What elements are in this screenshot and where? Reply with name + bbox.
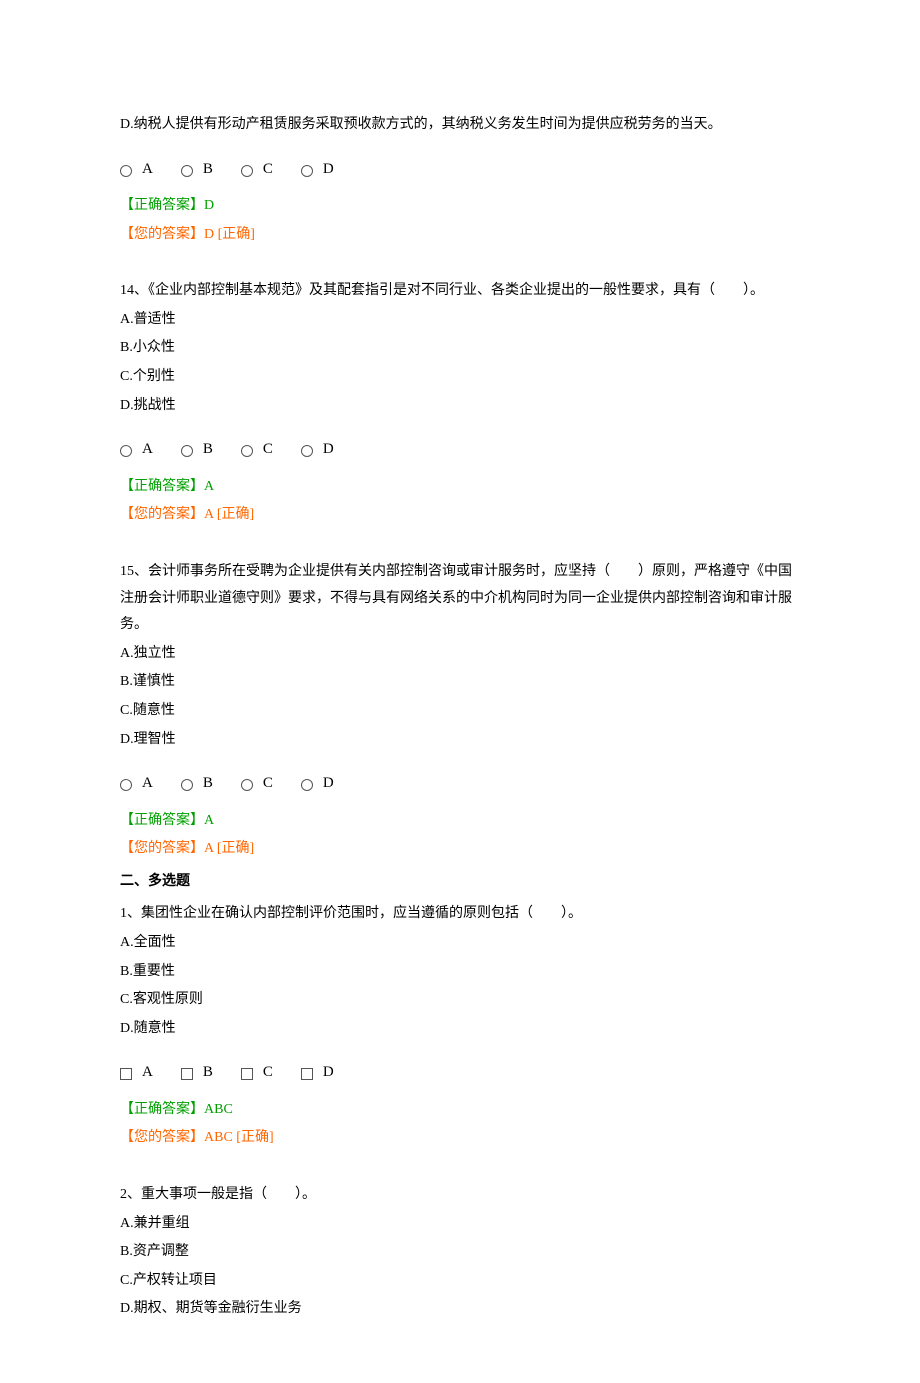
q14-choice-row: A B C D — [120, 435, 800, 464]
q14-choice-c[interactable]: C — [241, 435, 273, 464]
choice-label: B — [203, 1058, 213, 1087]
checkbox-icon — [120, 1068, 132, 1080]
q15-stem: 15、会计师事务所在受聘为企业提供有关内部控制咨询或审计服务时，应坚持（ ）原则… — [120, 559, 800, 639]
m1-correct-answer: 【正确答案】ABC — [120, 1097, 800, 1124]
choice-label: A — [142, 435, 153, 464]
choice-label: A — [142, 155, 153, 184]
q14-choice-d[interactable]: D — [301, 435, 334, 464]
choice-label: D — [323, 1058, 334, 1087]
q13-choice-row: A B C D — [120, 155, 800, 184]
radio-icon — [301, 779, 313, 791]
exam-page: D.纳税人提供有形动产租赁服务采取预收款方式的，其纳税义务发生时间为提供应税劳务… — [0, 0, 920, 1383]
q13-choice-a[interactable]: A — [120, 155, 153, 184]
radio-icon — [181, 779, 193, 791]
checkbox-icon — [181, 1068, 193, 1080]
radio-icon — [181, 165, 193, 177]
choice-label: C — [263, 1058, 273, 1087]
m2-option-c: C.产权转让项目 — [120, 1268, 800, 1295]
m1-option-b: B.重要性 — [120, 959, 800, 986]
m2-option-d: D.期权、期货等金融衍生业务 — [120, 1296, 800, 1323]
choice-label: C — [263, 435, 273, 464]
radio-icon — [120, 445, 132, 457]
radio-icon — [181, 445, 193, 457]
choice-label: D — [323, 155, 334, 184]
m1-option-a: A.全面性 — [120, 930, 800, 957]
choice-label: B — [203, 155, 213, 184]
q15-choice-row: A B C D — [120, 769, 800, 798]
choice-label: C — [263, 155, 273, 184]
section-2-title: 二、多选题 — [120, 869, 800, 896]
q15-correct-answer: 【正确答案】A — [120, 808, 800, 835]
q13-choice-b[interactable]: B — [181, 155, 213, 184]
m1-option-c: C.客观性原则 — [120, 987, 800, 1014]
q13-choice-c[interactable]: C — [241, 155, 273, 184]
radio-icon — [301, 445, 313, 457]
q15-choice-d[interactable]: D — [301, 769, 334, 798]
q14-option-b: B.小众性 — [120, 335, 800, 362]
m1-choice-a[interactable]: A — [120, 1058, 153, 1087]
q14-correct-answer: 【正确答案】A — [120, 474, 800, 501]
q13-your-answer: 【您的答案】D [正确] — [120, 222, 800, 249]
q14-option-a: A.普适性 — [120, 307, 800, 334]
q15-option-c: C.随意性 — [120, 698, 800, 725]
choice-label: D — [323, 769, 334, 798]
m2-option-a: A.兼并重组 — [120, 1211, 800, 1238]
radio-icon — [241, 445, 253, 457]
radio-icon — [120, 779, 132, 791]
checkbox-icon — [241, 1068, 253, 1080]
radio-icon — [241, 779, 253, 791]
q15-choice-a[interactable]: A — [120, 769, 153, 798]
q13-choice-d[interactable]: D — [301, 155, 334, 184]
choice-label: B — [203, 769, 213, 798]
m1-your-answer: 【您的答案】ABC [正确] — [120, 1125, 800, 1152]
q13-option-d: D.纳税人提供有形动产租赁服务采取预收款方式的，其纳税义务发生时间为提供应税劳务… — [120, 112, 800, 139]
m1-choice-row: A B C D — [120, 1058, 800, 1087]
m1-choice-d[interactable]: D — [301, 1058, 334, 1087]
q15-option-b: B.谨慎性 — [120, 669, 800, 696]
m1-option-d: D.随意性 — [120, 1016, 800, 1043]
m1-stem: 1、集团性企业在确认内部控制评价范围时，应当遵循的原则包括（ ）。 — [120, 901, 800, 928]
q14-choice-a[interactable]: A — [120, 435, 153, 464]
choice-label: C — [263, 769, 273, 798]
q15-choice-b[interactable]: B — [181, 769, 213, 798]
q15-choice-c[interactable]: C — [241, 769, 273, 798]
q13-correct-answer: 【正确答案】D — [120, 193, 800, 220]
m1-choice-c[interactable]: C — [241, 1058, 273, 1087]
q14-stem: 14、《企业内部控制基本规范》及其配套指引是对不同行业、各类企业提出的一般性要求… — [120, 278, 800, 305]
q15-your-answer: 【您的答案】A [正确] — [120, 836, 800, 863]
radio-icon — [120, 165, 132, 177]
q14-your-answer: 【您的答案】A [正确] — [120, 502, 800, 529]
q15-option-d: D.理智性 — [120, 727, 800, 754]
radio-icon — [241, 165, 253, 177]
q14-choice-b[interactable]: B — [181, 435, 213, 464]
checkbox-icon — [301, 1068, 313, 1080]
radio-icon — [301, 165, 313, 177]
m2-option-b: B.资产调整 — [120, 1239, 800, 1266]
m1-choice-b[interactable]: B — [181, 1058, 213, 1087]
choice-label: A — [142, 769, 153, 798]
q14-option-d: D.挑战性 — [120, 393, 800, 420]
q15-option-a: A.独立性 — [120, 641, 800, 668]
choice-label: A — [142, 1058, 153, 1087]
q14-option-c: C.个别性 — [120, 364, 800, 391]
m2-stem: 2、重大事项一般是指（ ）。 — [120, 1182, 800, 1209]
choice-label: B — [203, 435, 213, 464]
choice-label: D — [323, 435, 334, 464]
